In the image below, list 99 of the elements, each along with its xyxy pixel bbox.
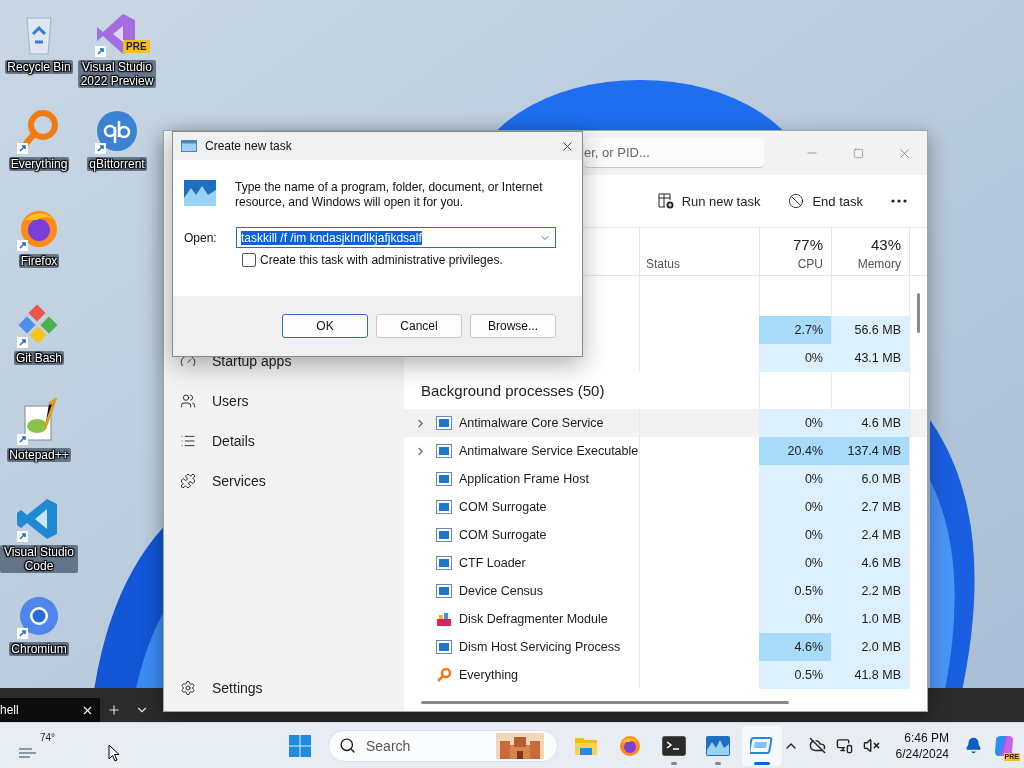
dialog-button[interactable]: Cancel [376,314,462,338]
taskbar-app[interactable] [742,725,782,766]
search-field[interactable]: Search [328,729,558,762]
waveform-icon [184,180,216,206]
column-header: Memory [857,257,901,271]
memory-cell: 4.6 MB [831,549,909,577]
memory-cell: 2.4 MB [831,521,909,549]
memory-cell: 41.8 MB [831,661,909,689]
cpu-cell: 0% [759,465,831,493]
terminal-tab[interactable]: hell [0,698,100,722]
search-field[interactable]: er, or PID... [584,138,764,168]
terminal-icon [662,735,686,756]
end-task-button[interactable]: End task [776,184,875,218]
more-icon [891,199,907,203]
memory-cell: 43.1 MB [831,344,909,372]
memory-cell: 1.0 MB [831,605,909,633]
window-icon [436,640,452,654]
field-label: Open: [184,230,217,245]
cpu-cell: 0% [759,493,831,521]
windows-logo-icon [289,734,311,757]
cpu-cell: 0.5% [759,577,831,605]
process-name: Antimalware Core Service [459,416,604,430]
process-row[interactable]: Antimalware Core Service 0% 4.6 MB [404,409,927,437]
cpu-cell: 0% [759,344,831,372]
cpu-cell: 4.6% [759,633,831,661]
cpu-cell: 2.7% [759,316,831,344]
process-name: Application Frame Host [459,472,589,486]
defragmenter-icon [436,611,452,627]
process-name: Dism Host Servicing Process [459,640,621,654]
memory-cell: 6.0 MB [831,465,909,493]
window-icon [436,444,452,458]
memory-cell: 137.4 MB [831,437,909,465]
list-icon [180,433,196,449]
checkbox[interactable] [242,253,256,267]
column-total: 77% [792,236,823,253]
nav-item[interactable]: Settings [164,668,404,708]
cpu-cell: 0% [759,605,831,633]
cpu-cell: 0% [759,549,831,577]
magnifier-icon [436,667,452,683]
scrollbar-thumb[interactable] [917,293,920,333]
window-plus-icon [657,193,674,209]
process-name: COM Surrogate [459,500,547,514]
maximize-icon [852,147,864,159]
process-name: Device Census [459,584,544,598]
cpu-cell: 20.4% [759,437,831,465]
search-icon [339,737,356,754]
process-name: Everything [459,668,519,682]
run-task-button[interactable]: Run new task [645,184,773,218]
memory-cell: 56.6 MB [831,316,909,344]
command-field[interactable]: taskkill /f /im kndasjklndlkjafjkdsalf [236,227,556,248]
column-header: CPU [797,257,823,271]
window-icon [436,500,452,514]
window-icon [750,735,774,756]
dialog-button[interactable]: OK [282,314,368,338]
settings-icon [180,680,196,696]
window-icon [436,416,452,430]
process-name: COM Surrogate [459,528,547,542]
process-name: Disk Defragmenter Module [459,612,608,626]
icon-label: Visual Studio 2022 Preview [78,60,156,88]
cpu-cell: 0% [759,409,831,437]
dialog-message: Type the name of a program, folder, document, or Internet resource, and Windows will open it for you. [235,180,544,210]
checkbox-label: Create this task with administrative privileges. [260,253,503,267]
puzzle-icon [180,473,196,489]
window-icon [436,528,452,542]
scrollbar-thumb[interactable] [421,701,789,704]
devices-icon[interactable] [835,737,853,754]
window-icon [181,140,197,152]
prohibited-icon [788,193,805,209]
pre-badge: PRE [123,40,150,53]
cpu-cell: 0.5% [759,661,831,689]
icon-label: Visual Studio Code [0,545,78,573]
cloud-off-icon[interactable] [808,737,826,754]
notification-icon[interactable] [965,737,982,754]
window-icon [436,472,452,486]
dialog-button[interactable]: Browse... [470,314,556,338]
memory-cell: 4.6 MB [831,409,909,437]
waveform-icon [706,735,730,756]
weather-widget[interactable]: 74° [18,731,58,760]
window-icon [436,556,452,570]
clock[interactable]: 6:46 PM 6/24/2024 [895,729,949,762]
nav-item[interactable]: Details [164,421,404,461]
mouse-cursor-icon [108,743,120,762]
firefox-icon [618,733,642,758]
nav-item[interactable]: Users [164,381,404,421]
muted-speaker-icon[interactable] [862,737,880,754]
process-name: Antimalware Service Executable [459,444,639,458]
window-icon [436,584,452,598]
column-total: 43% [870,236,901,253]
column-header: Status [645,257,681,271]
users-icon [180,393,196,409]
cpu-cell: 0% [759,521,831,549]
group-heading: Background processes (50) [420,381,606,401]
plus-icon [107,703,121,717]
process-name: CTF Loader [459,556,526,570]
memory-cell: 2.0 MB [831,633,909,661]
nav-item[interactable]: Services [164,461,404,501]
memory-cell: 2.2 MB [831,577,909,605]
dialog-title: Create new task [205,139,292,153]
memory-cell: 2.7 MB [831,493,909,521]
